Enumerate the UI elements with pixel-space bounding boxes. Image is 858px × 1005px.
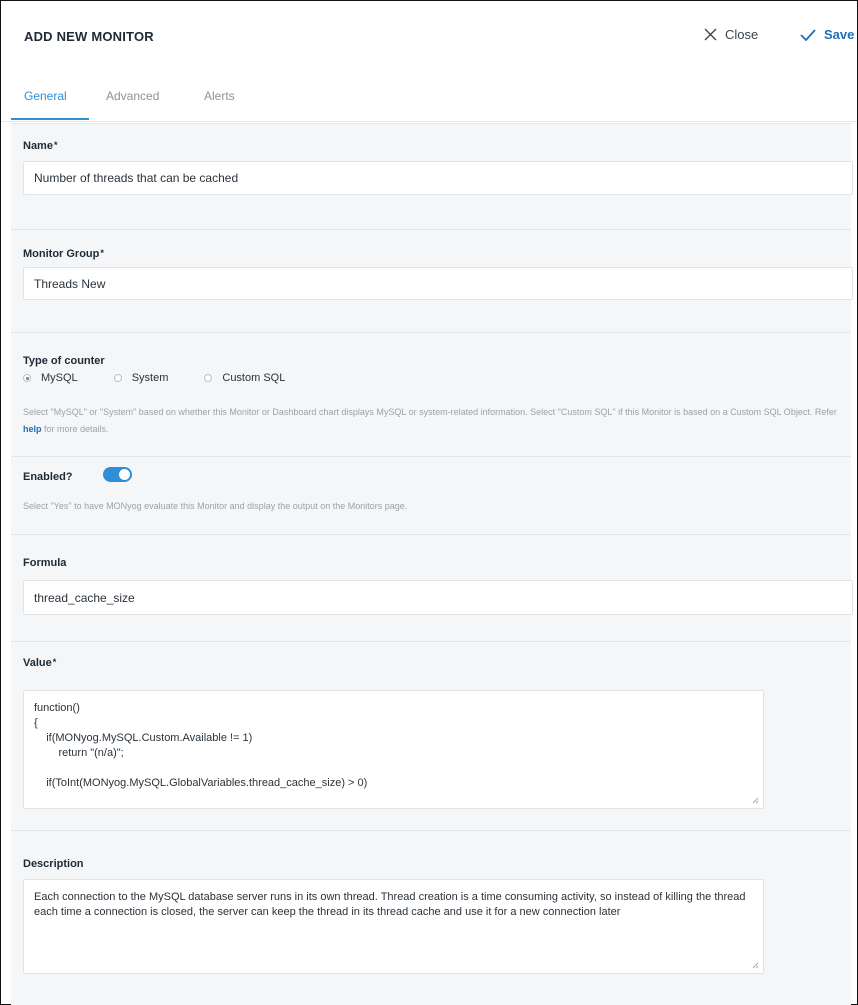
- tab-advanced[interactable]: Advanced: [106, 89, 159, 103]
- add-monitor-dialog: ADD NEW MONITOR Close Save General Advan…: [0, 0, 858, 1005]
- counter-type-label: Type of counter: [23, 355, 105, 367]
- dialog-header: ADD NEW MONITOR Close Save: [1, 1, 857, 77]
- counter-type-help: Select "MySQL" or "System" based on whet…: [23, 407, 837, 434]
- monitor-group-section: Monitor Group* Threads New: [11, 229, 853, 332]
- monitor-group-label: Monitor Group*: [23, 248, 104, 260]
- radio-unselected-icon: [113, 374, 122, 382]
- resize-grip-icon[interactable]: [751, 796, 759, 804]
- tab-alerts[interactable]: Alerts: [204, 89, 235, 103]
- name-value: Number of threads that can be cached: [34, 171, 239, 185]
- radio-unselected-icon: [204, 374, 213, 382]
- monitor-group-input[interactable]: Threads New: [23, 267, 853, 300]
- resize-grip-icon[interactable]: [751, 961, 759, 969]
- name-section: Name* Number of threads that can be cach…: [11, 123, 853, 229]
- description-label: Description: [23, 858, 84, 870]
- save-button[interactable]: Save: [800, 27, 854, 42]
- save-label: Save: [824, 27, 855, 42]
- value-code: function() { if(MONyog.MySQL.Custom.Avai…: [34, 702, 368, 789]
- close-label: Close: [725, 27, 759, 42]
- enabled-section: Enabled? Select "Yes" to have MONyog eva…: [11, 456, 851, 534]
- toggle-knob: [119, 469, 130, 480]
- radio-custom-sql[interactable]: Custom SQL: [204, 372, 285, 384]
- value-section: Value* function() { if(MONyog.MySQL.Cust…: [11, 641, 851, 830]
- enabled-toggle[interactable]: [103, 467, 132, 482]
- monitor-group-value: Threads New: [34, 276, 106, 291]
- counter-type-section: Type of counter MySQL System Custom SQL …: [11, 332, 851, 456]
- help-link[interactable]: help: [23, 424, 42, 434]
- value-code-editor[interactable]: function() { if(MONyog.MySQL.Custom.Avai…: [23, 690, 764, 809]
- description-textarea[interactable]: Each connection to the MySQL database se…: [23, 879, 764, 974]
- tab-general[interactable]: General: [24, 89, 67, 103]
- formula-input[interactable]: thread_cache_size: [23, 580, 853, 615]
- check-icon: [800, 28, 816, 41]
- formula-value: thread_cache_size: [34, 590, 135, 605]
- name-label: Name*: [23, 140, 58, 152]
- dialog-title: ADD NEW MONITOR: [24, 29, 154, 44]
- description-text: Each connection to the MySQL database se…: [34, 891, 746, 918]
- radio-system[interactable]: System: [113, 372, 168, 384]
- close-icon: [704, 28, 717, 41]
- tab-bar: General Advanced Alerts: [1, 77, 857, 122]
- description-section: Description Each connection to the MySQL…: [11, 830, 851, 1005]
- radio-selected-icon: [23, 374, 31, 382]
- formula-section: Formula thread_cache_size: [11, 534, 853, 641]
- radio-mysql[interactable]: MySQL: [23, 372, 78, 384]
- enabled-label: Enabled?: [23, 471, 73, 483]
- counter-type-radio-group: MySQL System Custom SQL: [23, 372, 321, 384]
- enabled-help: Select "Yes" to have MONyog evaluate thi…: [23, 501, 408, 511]
- formula-label: Formula: [23, 557, 67, 569]
- value-label: Value*: [23, 657, 57, 669]
- name-input[interactable]: Number of threads that can be cached: [23, 161, 853, 195]
- active-tab-indicator: [11, 118, 89, 120]
- close-button[interactable]: Close: [704, 27, 758, 42]
